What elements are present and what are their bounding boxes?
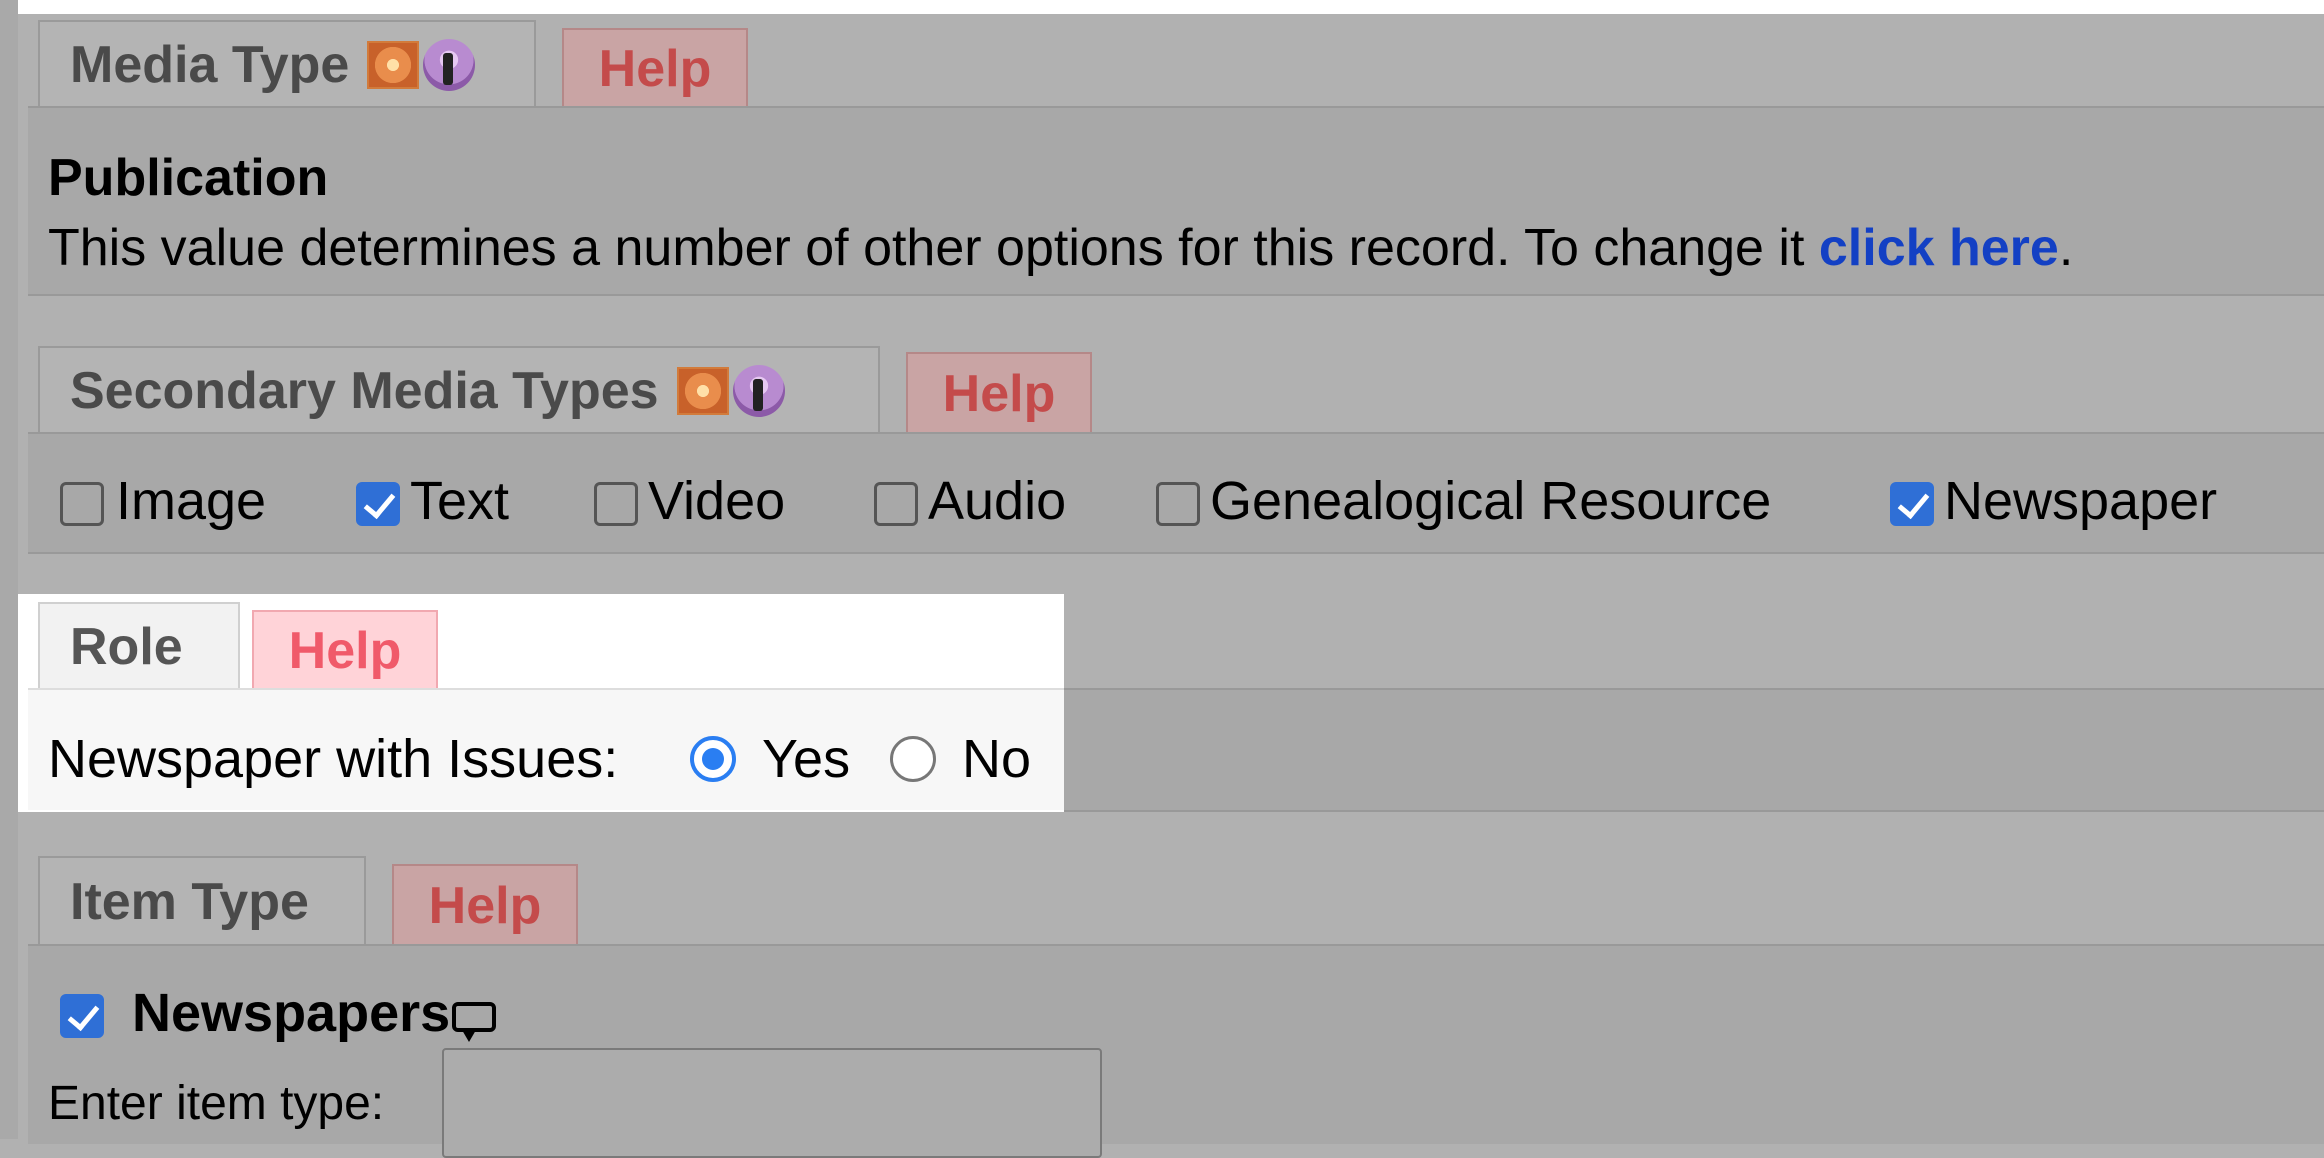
media-type-description: This value determines a number of other … (48, 218, 2073, 278)
media-type-icon (367, 41, 420, 89)
role-question: Newspaper with Issues: (48, 729, 619, 789)
tab-item-type[interactable]: Item Type (38, 856, 366, 946)
tab-secondary-media-types[interactable]: Secondary Media Types (38, 346, 880, 434)
checkbox-image[interactable] (60, 482, 104, 526)
left-margin (0, 0, 18, 1139)
help-button-media-type[interactable]: Help (562, 28, 748, 108)
checkbox-audio[interactable] (874, 482, 918, 526)
comment-icon[interactable] (452, 1001, 497, 1042)
top-white-strip (0, 0, 2324, 14)
item-type-newspapers: Newspapers (132, 982, 497, 1044)
item-type-input[interactable] (442, 1048, 1102, 1158)
help-button-secondary-media-types[interactable]: Help (906, 352, 1092, 434)
tab-secondary-media-types-label: Secondary Media Types (70, 362, 659, 420)
checkbox-label-text: Text (410, 471, 510, 531)
tab-role[interactable]: Role (38, 602, 240, 690)
checkbox-label-image: Image (116, 471, 267, 531)
tab-media-type-label: Media Type (70, 36, 350, 94)
checkbox-label-genealogical-resource: Genealogical Resource (1210, 471, 1772, 531)
description-text: This value determines a number of other … (48, 219, 1819, 277)
change-media-type-link[interactable]: click here (1819, 219, 2059, 277)
checkbox-newspapers-item-type[interactable] (60, 994, 104, 1038)
radio-no[interactable] (890, 736, 936, 782)
checkbox-video[interactable] (594, 482, 638, 526)
checkbox-label-video: Video (648, 471, 786, 531)
tab-media-type[interactable]: Media Type (38, 20, 536, 108)
tab-role-label: Role (70, 618, 183, 676)
tab-item-type-label: Item Type (70, 873, 309, 931)
help-label: Help (288, 622, 402, 680)
radio-yes[interactable] (690, 736, 736, 782)
help-button-role[interactable]: Help (252, 610, 438, 690)
checkbox-label-newspaper: Newspaper (1944, 471, 2218, 531)
radio-label-yes: Yes (762, 729, 851, 789)
podcast-icon (423, 39, 476, 91)
help-label: Help (942, 365, 1056, 423)
help-label: Help (598, 40, 712, 98)
description-trailing: . (2058, 219, 2074, 277)
checkbox-label-newspapers: Newspapers (132, 983, 451, 1043)
help-button-item-type[interactable]: Help (392, 864, 578, 946)
media-type-value: Publication (48, 149, 329, 207)
checkbox-newspaper[interactable] (1890, 482, 1934, 526)
checkbox-genealogical-resource[interactable] (1156, 482, 1200, 526)
media-type-icon (676, 367, 729, 415)
checkbox-text[interactable] (356, 482, 400, 526)
podcast-icon (732, 365, 785, 417)
checkbox-label-audio: Audio (928, 471, 1067, 531)
enter-item-type-label: Enter item type: (48, 1077, 385, 1130)
help-label: Help (428, 877, 542, 935)
radio-label-no: No (962, 729, 1032, 789)
